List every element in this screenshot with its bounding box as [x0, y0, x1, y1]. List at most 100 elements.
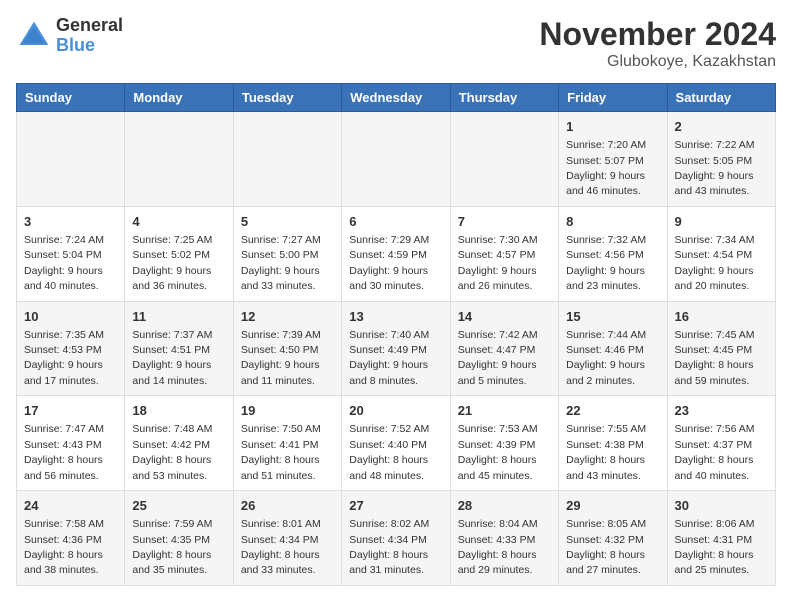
day-number: 11	[132, 308, 225, 326]
weekday-header-friday: Friday	[559, 84, 667, 112]
empty-day-cell	[17, 112, 125, 207]
day-info: Sunrise: 7:50 AM Sunset: 4:41 PM Dayligh…	[241, 423, 321, 481]
day-number: 7	[458, 213, 551, 231]
weekday-header-row: SundayMondayTuesdayWednesdayThursdayFrid…	[17, 84, 776, 112]
calendar-day-cell: 21 Sunrise: 7:53 AM Sunset: 4:39 PM Dayli…	[450, 396, 558, 491]
calendar-day-cell: 14 Sunrise: 7:42 AM Sunset: 4:47 PM Dayli…	[450, 301, 558, 396]
day-info: Sunrise: 7:24 AM Sunset: 5:04 PM Dayligh…	[24, 234, 104, 292]
day-number: 15	[566, 308, 659, 326]
calendar-day-cell: 15 Sunrise: 7:44 AM Sunset: 4:46 PM Dayli…	[559, 301, 667, 396]
calendar-week-row: 3Sunrise: 7:24 AM Sunset: 5:04 PM Daylig…	[17, 206, 776, 301]
day-info: Sunrise: 7:53 AM Sunset: 4:39 PM Dayligh…	[458, 423, 538, 481]
empty-day-cell	[450, 112, 558, 207]
day-info: Sunrise: 7:25 AM Sunset: 5:02 PM Dayligh…	[132, 234, 212, 292]
day-number: 18	[132, 402, 225, 420]
calendar-day-cell: 7Sunrise: 7:30 AM Sunset: 4:57 PM Daylig…	[450, 206, 558, 301]
day-number: 29	[566, 497, 659, 515]
day-number: 30	[675, 497, 768, 515]
day-info: Sunrise: 7:56 AM Sunset: 4:37 PM Dayligh…	[675, 423, 755, 481]
calendar-day-cell: 3Sunrise: 7:24 AM Sunset: 5:04 PM Daylig…	[17, 206, 125, 301]
calendar-day-cell: 29 Sunrise: 8:05 AM Sunset: 4:32 PM Dayli…	[559, 491, 667, 586]
day-number: 16	[675, 308, 768, 326]
day-info: Sunrise: 7:34 AM Sunset: 4:54 PM Dayligh…	[675, 234, 755, 292]
calendar-day-cell: 23 Sunrise: 7:56 AM Sunset: 4:37 PM Dayli…	[667, 396, 775, 491]
day-info: Sunrise: 8:01 AM Sunset: 4:34 PM Dayligh…	[241, 518, 321, 576]
calendar-day-cell: 1 Sunrise: 7:20 AM Sunset: 5:07 PM Daylig…	[559, 112, 667, 207]
day-info: Sunrise: 8:05 AM Sunset: 4:32 PM Dayligh…	[566, 518, 646, 576]
day-info: Sunrise: 7:32 AM Sunset: 4:56 PM Dayligh…	[566, 234, 646, 292]
day-info: Sunrise: 7:55 AM Sunset: 4:38 PM Dayligh…	[566, 423, 646, 481]
calendar-day-cell: 28 Sunrise: 8:04 AM Sunset: 4:33 PM Dayli…	[450, 491, 558, 586]
day-number: 1	[566, 118, 659, 136]
day-info: Sunrise: 7:44 AM Sunset: 4:46 PM Dayligh…	[566, 329, 646, 387]
day-number: 13	[349, 308, 442, 326]
logo-text-blue: Blue	[56, 36, 123, 56]
day-number: 5	[241, 213, 334, 231]
day-number: 2	[675, 118, 768, 136]
logo-text-general: General	[56, 16, 123, 36]
calendar-day-cell: 24Sunrise: 7:58 AM Sunset: 4:36 PM Dayli…	[17, 491, 125, 586]
weekday-header-tuesday: Tuesday	[233, 84, 341, 112]
calendar-day-cell: 17 Sunrise: 7:47 AM Sunset: 4:43 PM Dayli…	[17, 396, 125, 491]
day-info: Sunrise: 7:47 AM Sunset: 4:43 PM Dayligh…	[24, 423, 104, 481]
calendar-day-cell: 6 Sunrise: 7:29 AM Sunset: 4:59 PM Daylig…	[342, 206, 450, 301]
day-number: 26	[241, 497, 334, 515]
day-info: Sunrise: 7:29 AM Sunset: 4:59 PM Dayligh…	[349, 234, 429, 292]
day-number: 17	[24, 402, 117, 420]
day-info: Sunrise: 7:59 AM Sunset: 4:35 PM Dayligh…	[132, 518, 212, 576]
day-info: Sunrise: 7:45 AM Sunset: 4:45 PM Dayligh…	[675, 329, 755, 387]
calendar-day-cell: 2 Sunrise: 7:22 AM Sunset: 5:05 PM Daylig…	[667, 112, 775, 207]
weekday-header-sunday: Sunday	[17, 84, 125, 112]
day-number: 20	[349, 402, 442, 420]
day-number: 4	[132, 213, 225, 231]
subtitle: Glubokoye, Kazakhstan	[539, 53, 776, 71]
day-info: Sunrise: 7:42 AM Sunset: 4:47 PM Dayligh…	[458, 329, 538, 387]
day-number: 6	[349, 213, 442, 231]
weekday-header-wednesday: Wednesday	[342, 84, 450, 112]
day-info: Sunrise: 7:22 AM Sunset: 5:05 PM Dayligh…	[675, 139, 755, 197]
day-number: 21	[458, 402, 551, 420]
weekday-header-saturday: Saturday	[667, 84, 775, 112]
calendar-day-cell: 9Sunrise: 7:34 AM Sunset: 4:54 PM Daylig…	[667, 206, 775, 301]
calendar-day-cell: 25 Sunrise: 7:59 AM Sunset: 4:35 PM Dayli…	[125, 491, 233, 586]
calendar-table: SundayMondayTuesdayWednesdayThursdayFrid…	[16, 83, 776, 586]
day-number: 27	[349, 497, 442, 515]
title-area: November 2024 Glubokoye, Kazakhstan	[539, 16, 776, 71]
day-info: Sunrise: 7:39 AM Sunset: 4:50 PM Dayligh…	[241, 329, 321, 387]
day-info: Sunrise: 7:48 AM Sunset: 4:42 PM Dayligh…	[132, 423, 212, 481]
calendar-day-cell: 10Sunrise: 7:35 AM Sunset: 4:53 PM Dayli…	[17, 301, 125, 396]
day-number: 22	[566, 402, 659, 420]
day-info: Sunrise: 8:04 AM Sunset: 4:33 PM Dayligh…	[458, 518, 538, 576]
calendar-day-cell: 18 Sunrise: 7:48 AM Sunset: 4:42 PM Dayli…	[125, 396, 233, 491]
calendar-week-row: 24Sunrise: 7:58 AM Sunset: 4:36 PM Dayli…	[17, 491, 776, 586]
day-number: 23	[675, 402, 768, 420]
calendar-day-cell: 22 Sunrise: 7:55 AM Sunset: 4:38 PM Dayli…	[559, 396, 667, 491]
day-info: Sunrise: 7:27 AM Sunset: 5:00 PM Dayligh…	[241, 234, 321, 292]
calendar-day-cell: 16 Sunrise: 7:45 AM Sunset: 4:45 PM Dayli…	[667, 301, 775, 396]
day-number: 19	[241, 402, 334, 420]
logo: General Blue	[16, 16, 123, 56]
day-info: Sunrise: 7:58 AM Sunset: 4:36 PM Dayligh…	[24, 518, 104, 576]
logo-icon	[16, 18, 52, 54]
calendar-day-cell: 5 Sunrise: 7:27 AM Sunset: 5:00 PM Daylig…	[233, 206, 341, 301]
day-info: Sunrise: 7:20 AM Sunset: 5:07 PM Dayligh…	[566, 139, 646, 197]
day-number: 14	[458, 308, 551, 326]
header: General Blue November 2024 Glubokoye, Ka…	[16, 16, 776, 71]
calendar-day-cell: 26 Sunrise: 8:01 AM Sunset: 4:34 PM Dayli…	[233, 491, 341, 586]
day-info: Sunrise: 7:52 AM Sunset: 4:40 PM Dayligh…	[349, 423, 429, 481]
day-number: 25	[132, 497, 225, 515]
calendar-day-cell: 27 Sunrise: 8:02 AM Sunset: 4:34 PM Dayli…	[342, 491, 450, 586]
day-number: 12	[241, 308, 334, 326]
calendar-day-cell: 13Sunrise: 7:40 AM Sunset: 4:49 PM Dayli…	[342, 301, 450, 396]
calendar-day-cell: 8Sunrise: 7:32 AM Sunset: 4:56 PM Daylig…	[559, 206, 667, 301]
day-number: 10	[24, 308, 117, 326]
day-info: Sunrise: 8:02 AM Sunset: 4:34 PM Dayligh…	[349, 518, 429, 576]
calendar-day-cell: 19 Sunrise: 7:50 AM Sunset: 4:41 PM Dayli…	[233, 396, 341, 491]
calendar-day-cell: 20 Sunrise: 7:52 AM Sunset: 4:40 PM Dayli…	[342, 396, 450, 491]
day-number: 28	[458, 497, 551, 515]
calendar-day-cell: 12 Sunrise: 7:39 AM Sunset: 4:50 PM Dayli…	[233, 301, 341, 396]
empty-day-cell	[233, 112, 341, 207]
calendar-day-cell: 4 Sunrise: 7:25 AM Sunset: 5:02 PM Daylig…	[125, 206, 233, 301]
day-info: Sunrise: 7:37 AM Sunset: 4:51 PM Dayligh…	[132, 329, 212, 387]
main-title: November 2024	[539, 16, 776, 53]
